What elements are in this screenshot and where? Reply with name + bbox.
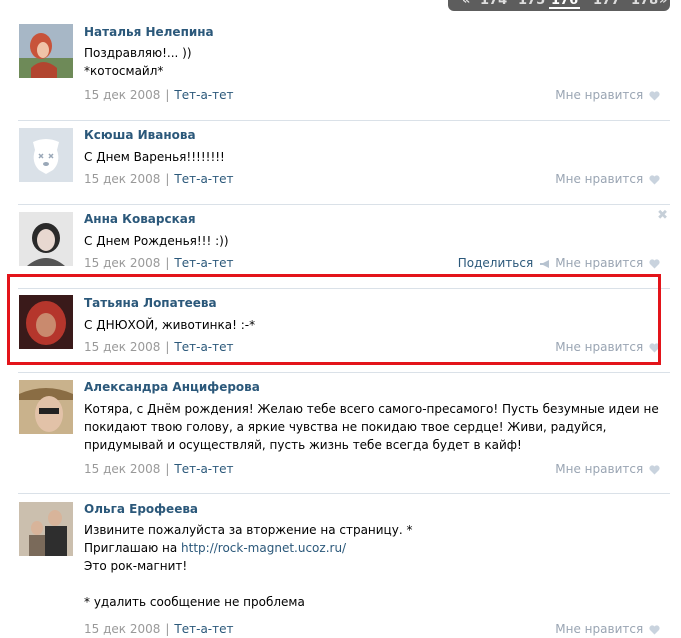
heart-icon	[649, 624, 660, 638]
post-text-line: С Днем Рожденья!!! :))	[84, 234, 229, 248]
heart-icon	[649, 258, 660, 272]
avatar[interactable]	[19, 380, 73, 434]
divider	[18, 493, 670, 494]
heart-icon	[649, 174, 660, 188]
avatar[interactable]	[19, 502, 73, 556]
divider	[18, 372, 670, 373]
avatar[interactable]	[19, 24, 73, 78]
external-link[interactable]: http://rock-magnet.ucoz.ru/	[181, 541, 346, 555]
pager-page-174[interactable]: 174	[480, 0, 507, 7]
post-text: С Днем Варенья!!!!!!!!	[84, 148, 668, 166]
post-text-line: Поздравляю!... ))	[84, 46, 192, 60]
like-button[interactable]: Мне нравится	[555, 256, 660, 272]
share-button[interactable]: Поделиться	[458, 256, 551, 272]
post-text-line: Извините пожалуйста за вторжение на стра…	[84, 523, 413, 537]
post-date[interactable]: 15 дек 2008	[84, 256, 160, 270]
like-button[interactable]: Мне нравится	[555, 88, 660, 104]
post-date[interactable]: 15 дек 2008	[84, 172, 160, 186]
post-text-line: С Днем Варенья!!!!!!!!	[84, 150, 225, 164]
post-text: С Днем Рожденья!!! :))	[84, 232, 668, 250]
post-meta: 15 дек 2008 | Тет-а-тет	[84, 172, 234, 186]
divider	[18, 120, 670, 121]
pager-prev[interactable]: «	[462, 0, 470, 7]
post-text: Котяра, с Днём рождения! Желаю тебе всег…	[84, 402, 659, 452]
divider	[18, 204, 670, 205]
pagination: « 174 175 176 177 178 »	[448, 0, 670, 11]
post-text: Поздравляю!... )) *котосмайл*	[84, 44, 668, 80]
heart-icon	[649, 464, 660, 478]
avatar[interactable]	[19, 128, 73, 182]
highlight-frame	[7, 274, 661, 365]
reply-link[interactable]: Тет-а-тет	[174, 622, 233, 636]
reply-link[interactable]: Тет-а-тет	[174, 172, 233, 186]
post-meta: 15 дек 2008 | Тет-а-тет	[84, 88, 234, 102]
post-author[interactable]: Наталья Нелепина	[84, 25, 214, 39]
like-button[interactable]: Мне нравится	[555, 622, 660, 638]
like-label: Мне нравится	[555, 88, 644, 102]
share-label: Поделиться	[457, 256, 534, 270]
post-meta: 15 дек 2008 | Тет-а-тет	[84, 622, 234, 636]
reply-link[interactable]: Тет-а-тет	[174, 256, 233, 270]
post-text-line: * удалить сообщение не проблема	[84, 595, 305, 609]
pager-page-178[interactable]: 178	[631, 0, 658, 7]
like-label: Мне нравится	[555, 622, 644, 636]
post-author[interactable]: Анна Коварская	[84, 212, 196, 226]
post-author[interactable]: Александра Анциферова	[84, 380, 260, 394]
post-meta: 15 дек 2008 | Тет-а-тет	[84, 256, 234, 270]
post-date[interactable]: 15 дек 2008	[84, 88, 160, 102]
like-label: Мне нравится	[555, 256, 644, 270]
post-text-line: Это рок-магнит!	[84, 559, 188, 573]
post-author[interactable]: Ольга Ерофеева	[84, 502, 198, 516]
pager-next[interactable]: »	[659, 0, 667, 7]
avatar[interactable]	[19, 212, 73, 266]
reply-link[interactable]: Тет-а-тет	[174, 462, 233, 476]
like-button[interactable]: Мне нравится	[555, 462, 660, 478]
post-author[interactable]: Ксюша Иванова	[84, 128, 196, 142]
post-text-line: *котосмайл*	[84, 64, 164, 78]
like-label: Мне нравится	[555, 172, 644, 186]
reply-link[interactable]: Тет-а-тет	[174, 88, 233, 102]
pager-page-current: 176	[549, 0, 581, 9]
like-label: Мне нравится	[555, 462, 644, 476]
post-date[interactable]: 15 дек 2008	[84, 462, 160, 476]
post-text: Извините пожалуйста за вторжение на стра…	[84, 521, 668, 611]
post-text-line: Приглашаю на http://rock-magnet.ucoz.ru/	[84, 541, 347, 555]
like-button[interactable]: Мне нравится	[555, 172, 660, 188]
post-date[interactable]: 15 дек 2008	[84, 622, 160, 636]
pager-page-177[interactable]: 177	[593, 0, 620, 7]
heart-icon	[649, 90, 660, 104]
pager-page-175[interactable]: 175	[518, 0, 545, 7]
post-meta: 15 дек 2008 | Тет-а-тет	[84, 462, 234, 476]
close-icon[interactable]: ✖	[657, 208, 668, 223]
megaphone-icon	[539, 258, 551, 272]
